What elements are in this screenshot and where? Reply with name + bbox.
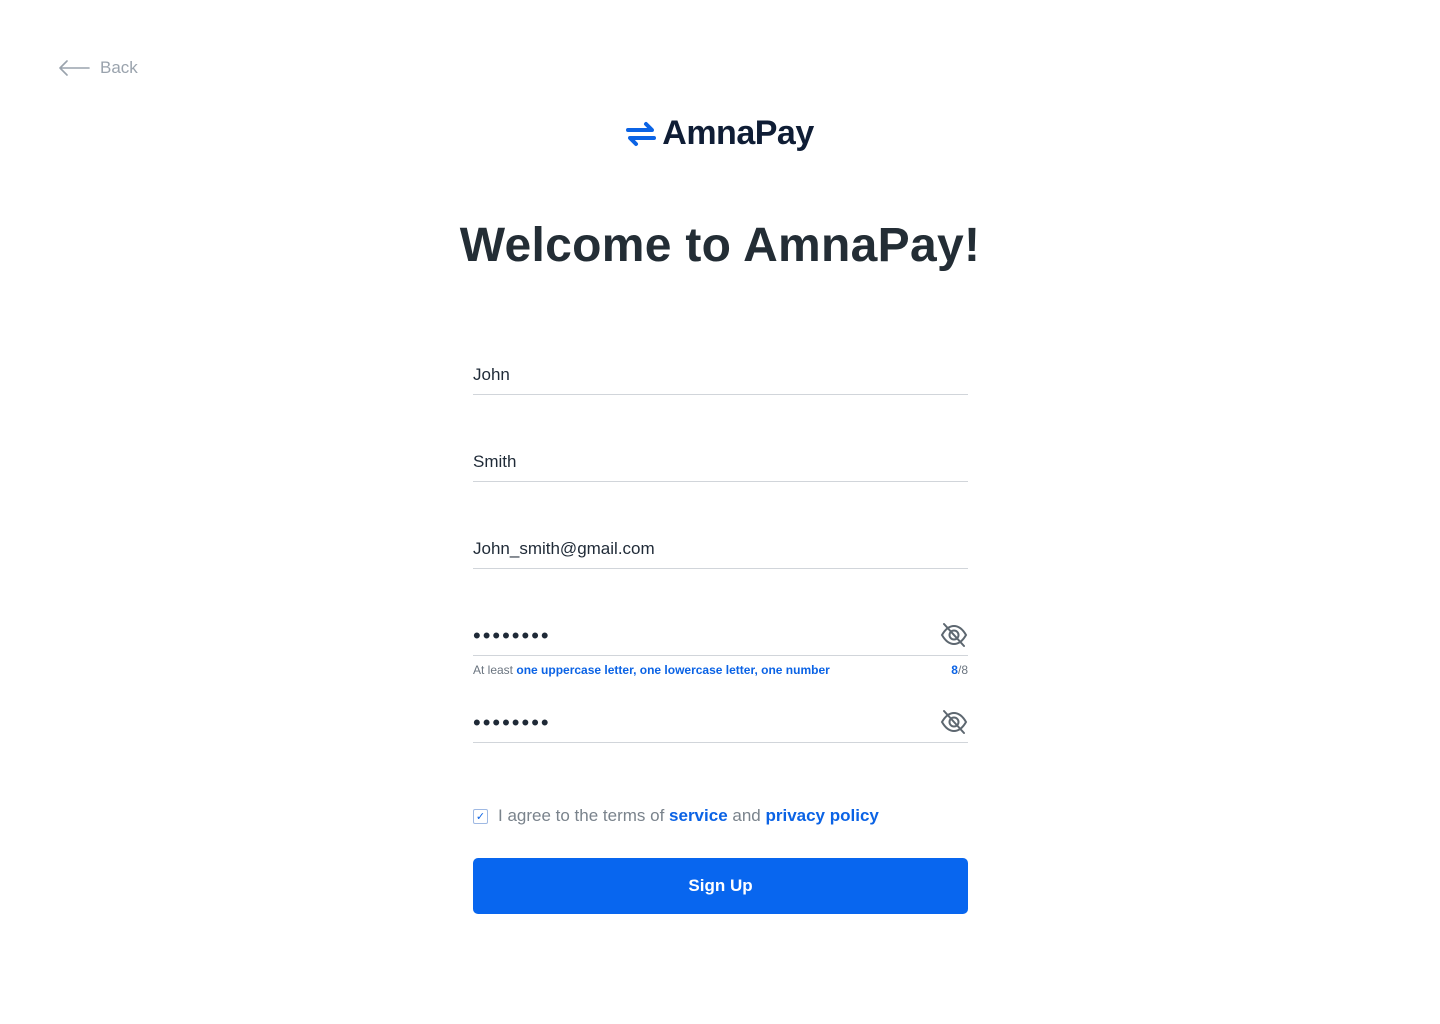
arrow-left-icon <box>59 60 90 76</box>
counter-current: 8 <box>951 663 958 677</box>
back-link[interactable]: Back <box>58 58 138 78</box>
back-label: Back <box>100 58 138 77</box>
terms-text: I agree to the terms of service and priv… <box>498 806 879 826</box>
confirm-password-field-wrapper <box>473 703 968 743</box>
first-name-input[interactable] <box>473 364 968 385</box>
hint-requirements: one uppercase letter, one lowercase lett… <box>516 663 830 677</box>
eye-off-icon[interactable] <box>940 622 968 648</box>
password-hint: At least one uppercase letter, one lower… <box>473 663 968 677</box>
terms-checkbox[interactable]: ✓ <box>473 808 488 824</box>
check-icon: ✓ <box>475 810 486 823</box>
signup-form: At least one uppercase letter, one lower… <box>473 0 968 1024</box>
counter-total: /8 <box>957 663 968 677</box>
password-requirements: At least one uppercase letter, one lower… <box>473 663 830 677</box>
terms-prefix: I agree to the terms of <box>498 806 670 825</box>
privacy-policy-link[interactable]: privacy policy <box>765 806 878 825</box>
terms-agreement: ✓ I agree to the terms of service and pr… <box>473 806 879 826</box>
signup-page: Back AmnaPay Welcome to AmnaPay! John Sm… <box>0 0 1440 1024</box>
last-name-field-wrapper <box>473 442 968 482</box>
confirm-password-input[interactable] <box>473 709 968 736</box>
hint-prefix: At least <box>473 663 517 677</box>
first-name-field-wrapper <box>473 355 968 395</box>
eye-off-icon[interactable] <box>940 709 968 735</box>
terms-of-service-link[interactable]: service <box>669 806 728 825</box>
password-length-counter: 8/8 <box>951 663 968 677</box>
terms-and: and <box>727 806 766 825</box>
email-field-wrapper <box>473 529 968 569</box>
password-field-wrapper <box>473 616 968 656</box>
sign-up-button[interactable]: Sign Up <box>473 858 968 914</box>
last-name-input[interactable] <box>473 451 968 472</box>
password-input[interactable] <box>473 622 968 649</box>
email-input[interactable] <box>473 538 968 559</box>
